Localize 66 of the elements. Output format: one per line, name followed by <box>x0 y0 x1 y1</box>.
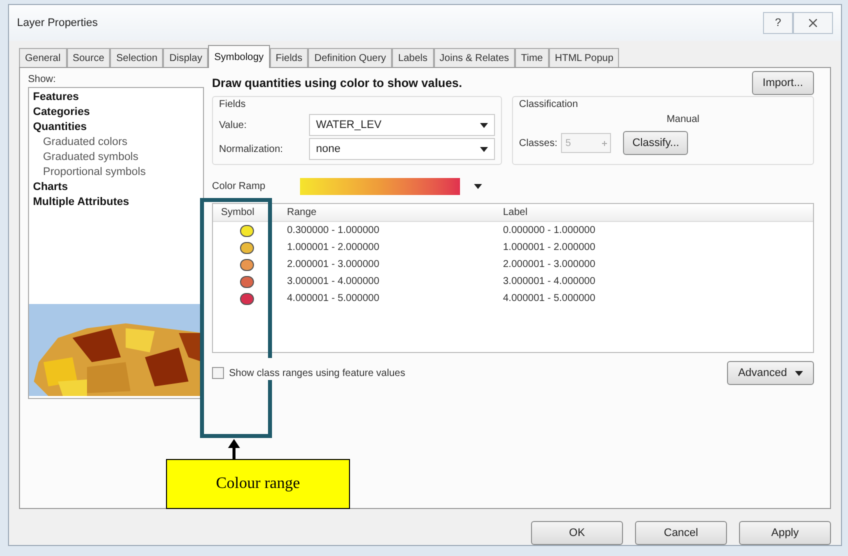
tab[interactable]: Labels <box>392 48 434 67</box>
symbol-swatch[interactable] <box>240 224 254 236</box>
callout-label: Colour range <box>166 459 350 509</box>
column-header[interactable]: Symbol <box>213 205 281 220</box>
tree-item[interactable]: Graduated colors <box>33 135 199 150</box>
dropdown-caret-icon <box>480 122 488 128</box>
classification-method: Manual <box>666 113 700 127</box>
label-cell-text: 4.000001 - 5.000000 <box>503 292 596 306</box>
arrow <box>228 439 240 461</box>
tree-item[interactable]: Features <box>33 90 199 105</box>
tree-item[interactable]: Graduated symbols <box>33 150 199 165</box>
close-icon <box>809 19 817 27</box>
dialog-button[interactable]: Apply <box>739 521 831 545</box>
caret-icon <box>795 370 803 376</box>
tree-item[interactable]: Quantities <box>33 120 199 135</box>
tab[interactable]: Joins & Relates <box>434 48 516 67</box>
symbol-swatch[interactable] <box>240 258 254 270</box>
range-cell-text: 0.300000 - 1.000000 <box>286 224 380 238</box>
dialog-button[interactable]: OK <box>531 521 623 545</box>
range-cell-text: 2.000001 - 3.000000 <box>286 258 380 272</box>
window-title: Layer Properties <box>17 16 98 31</box>
label-cell-text: 3.000001 - 4.000000 <box>503 275 596 289</box>
show-label: Show: <box>28 73 57 87</box>
tree-item[interactable]: Charts <box>33 180 199 195</box>
column-header[interactable]: Range <box>281 205 503 220</box>
field-label: Classes: <box>519 136 558 150</box>
help-button[interactable]: ? <box>763 12 793 34</box>
field-label: Value: <box>219 118 248 132</box>
tab[interactable]: Display <box>163 48 208 67</box>
range-cell-text: 1.000001 - 2.000000 <box>286 241 380 255</box>
import-button[interactable]: Import... <box>752 71 814 95</box>
symbology-heading: Draw quantities using color to show values. <box>212 75 462 92</box>
value-dropdown[interactable]: WATER_LEV <box>309 114 495 136</box>
label-cell-text: 2.000001 - 3.000000 <box>503 258 596 272</box>
color-ramp-label: Color Ramp <box>212 180 266 194</box>
range-cell-text: 4.000001 - 5.000000 <box>286 292 380 306</box>
tree-item[interactable]: Categories <box>33 105 199 120</box>
advanced-button[interactable]: Advanced <box>727 361 814 385</box>
dropdown-caret-icon <box>474 184 482 188</box>
show-class-ranges-checkbox[interactable]: Show class ranges using feature values <box>212 366 406 380</box>
label-cell-text: 1.000001 - 2.000000 <box>503 241 596 255</box>
group-title: Fields <box>219 98 247 112</box>
dropdown-caret-icon <box>480 146 488 152</box>
symbol-swatch[interactable] <box>240 242 254 254</box>
symbol-swatch[interactable] <box>240 276 254 288</box>
range-cell-text: 3.000001 - 4.000000 <box>286 275 380 289</box>
close-button[interactable] <box>793 12 833 34</box>
group-title: Classification <box>519 98 579 112</box>
column-header[interactable]: Label <box>503 205 813 220</box>
tab[interactable]: Fields <box>270 48 308 67</box>
tab[interactable]: Selection <box>110 48 164 67</box>
tab[interactable]: Time <box>515 48 549 67</box>
tab[interactable]: Symbology <box>208 45 270 68</box>
tree-item[interactable]: Proportional symbols <box>33 165 199 180</box>
tab[interactable]: Source <box>66 48 110 67</box>
tab[interactable]: General <box>19 48 67 67</box>
tree-item[interactable]: Multiple Attributes <box>33 195 199 210</box>
classify-button[interactable]: Classify... <box>623 131 688 155</box>
tab[interactable]: Definition Query <box>308 48 392 67</box>
normalization-dropdown[interactable]: none <box>309 138 495 160</box>
tab[interactable]: HTML Popup <box>548 48 620 67</box>
spinner-icon <box>602 140 608 146</box>
field-label: Normalization: <box>219 142 284 156</box>
label-cell-text: 0.000000 - 1.000000 <box>503 224 596 238</box>
symbol-swatch[interactable] <box>240 292 254 304</box>
dialog-button[interactable]: Cancel <box>635 521 727 545</box>
